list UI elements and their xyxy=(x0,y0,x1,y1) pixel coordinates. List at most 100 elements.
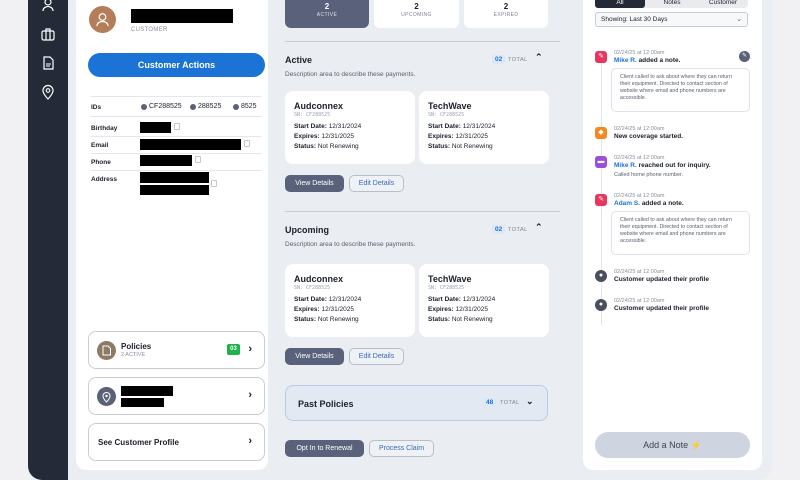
activity-text: added a note. xyxy=(636,57,681,64)
location-icon[interactable] xyxy=(40,84,56,100)
app-frame: CUSTOMER Customer Actions IDs CF288525 2… xyxy=(28,0,772,480)
policy-start: Start Date: 12/31/2024 xyxy=(428,123,495,130)
policies-card[interactable]: Policies 2 ACTIVE 03 › xyxy=(88,331,265,369)
customer-profile-title: See Customer Profile xyxy=(98,438,179,447)
start-label: Start Date: xyxy=(294,296,327,303)
chevron-up-icon[interactable]: ⌃ xyxy=(535,52,543,63)
divider xyxy=(91,153,261,154)
active-total-badge: 02 xyxy=(492,55,506,64)
id-type-icon xyxy=(190,103,196,110)
tab-all[interactable]: All xyxy=(595,0,645,8)
activity-author[interactable]: Adam S. xyxy=(614,200,640,207)
expires-value: 12/31/2025 xyxy=(455,133,489,140)
document-icon[interactable] xyxy=(40,55,56,71)
active-section-title: Active xyxy=(285,55,313,65)
copy-icon[interactable] xyxy=(174,123,180,130)
edit-details-button[interactable]: Edit Details xyxy=(349,175,404,192)
copy-icon[interactable] xyxy=(195,156,201,163)
message-icon: ▬ xyxy=(595,156,607,168)
id-item: 288525 xyxy=(190,103,221,110)
shield-icon: ◆ xyxy=(595,127,607,139)
activity-title: Customer updated their profile xyxy=(614,276,709,283)
birthday-label: Birthday xyxy=(91,125,118,132)
policy-start: Start Date: 12/31/2024 xyxy=(294,123,361,130)
timeline-line xyxy=(601,55,602,325)
date-filter-select[interactable]: Showing: Last 30 Days ⌄ xyxy=(595,12,748,27)
divider xyxy=(91,116,261,117)
status-label: Status: xyxy=(428,143,451,150)
upcoming-section-desc: Description area to describe these payme… xyxy=(285,241,416,248)
customer-actions-button[interactable]: Customer Actions xyxy=(88,53,265,77)
start-label: Start Date: xyxy=(294,123,327,130)
chevron-down-icon: ⌄ xyxy=(736,16,742,23)
status-value: Not Renewing xyxy=(451,143,493,150)
activity-author[interactable]: Mike R. xyxy=(614,162,637,169)
view-details-button[interactable]: View Details xyxy=(285,348,344,365)
policy-status: Status: Not Renewing xyxy=(294,143,359,150)
expires-label: Expires: xyxy=(294,306,320,313)
id-type-icon xyxy=(141,103,147,110)
user-icon[interactable] xyxy=(40,0,56,13)
active-section-desc: Description area to describe these payme… xyxy=(285,71,416,78)
past-policies-section[interactable]: Past Policies 48 TOTAL ⌄ xyxy=(285,385,548,421)
copy-icon[interactable] xyxy=(244,140,250,147)
redacted-address-line2 xyxy=(140,185,209,195)
activity-title: Customer updated their profile xyxy=(614,305,709,312)
phone-label: Phone xyxy=(91,159,111,166)
stat-upcoming[interactable]: 2 UPCOMING xyxy=(374,0,459,28)
pencil-icon: ✎ xyxy=(595,194,607,206)
tab-customer[interactable]: Customer xyxy=(698,0,748,8)
redacted-address-line1 xyxy=(140,172,209,183)
policy-card[interactable]: Audconnex SN: CF288525 Start Date: 12/31… xyxy=(285,264,415,337)
activity-note: Client called to ask about where they ca… xyxy=(611,68,750,112)
past-total-badge: 48 xyxy=(483,398,497,407)
briefcase-icon[interactable] xyxy=(40,26,56,42)
id-value: 8525 xyxy=(241,103,257,110)
activity-text: Customer updated their profile xyxy=(614,276,709,283)
view-details-button[interactable]: View Details xyxy=(285,175,344,192)
policies-count-badge: 03 xyxy=(227,344,240,355)
policy-card[interactable]: Audconnex SN: CF288525 Start Date: 12/31… xyxy=(285,91,415,164)
stat-number: 2 xyxy=(503,2,509,11)
upcoming-section-title: Upcoming xyxy=(285,225,329,235)
email-label: Email xyxy=(91,142,109,149)
stat-label: EXPIRED xyxy=(493,12,519,18)
redacted-name xyxy=(131,9,233,23)
status-label: Status: xyxy=(428,316,451,323)
total-label: TOTAL xyxy=(508,57,528,63)
process-claim-button[interactable]: Process Claim xyxy=(369,440,434,457)
tab-notes[interactable]: Notes xyxy=(647,0,697,8)
edit-icon[interactable]: ✎ xyxy=(739,51,750,62)
activity-time: 02/24/25 at 12:00am xyxy=(614,269,665,275)
policy-status: Status: Not Renewing xyxy=(428,143,493,150)
activity-author[interactable]: Mike R. xyxy=(614,57,637,64)
customer-profile-card[interactable]: See Customer Profile › xyxy=(88,423,265,461)
activity-title: Mike R. added a note. xyxy=(614,57,680,64)
divider xyxy=(285,211,560,212)
redacted-phone xyxy=(140,155,192,166)
stat-active[interactable]: 2 ACTIVE xyxy=(285,0,369,28)
chevron-up-icon[interactable]: ⌃ xyxy=(535,222,543,233)
policy-card[interactable]: TechWave SN: CF288525 Start Date: 12/31/… xyxy=(419,91,549,164)
id-value: 288525 xyxy=(198,103,222,110)
opt-in-renewal-button[interactable]: Opt In to Renewal xyxy=(285,440,364,457)
start-label: Start Date: xyxy=(428,296,461,303)
policy-card[interactable]: TechWave SN: CF288525 Start Date: 12/31/… xyxy=(419,264,549,337)
policy-sn: SN: CF288525 xyxy=(294,112,331,118)
activity-time: 02/24/25 at 12:00am xyxy=(614,193,665,199)
address-card[interactable]: › xyxy=(88,377,265,415)
edit-details-button[interactable]: Edit Details xyxy=(349,348,404,365)
stat-expired[interactable]: 2 EXPIRED xyxy=(464,0,548,28)
copy-icon[interactable] xyxy=(211,180,217,187)
activity-note: Client called to ask about where they ca… xyxy=(611,211,750,255)
policy-expires: Expires: 12/31/2025 xyxy=(428,306,488,313)
divider xyxy=(285,41,560,42)
start-value: 12/31/2024 xyxy=(328,296,362,303)
add-note-button[interactable]: Add a Note ⚡ xyxy=(595,432,750,458)
expires-label: Expires: xyxy=(428,133,454,140)
sparkle-icon: ⚡ xyxy=(690,440,702,450)
document-icon xyxy=(97,341,116,360)
policy-expires: Expires: 12/31/2025 xyxy=(294,306,354,313)
chevron-down-icon[interactable]: ⌄ xyxy=(526,396,534,407)
policy-name: TechWave xyxy=(428,274,472,284)
